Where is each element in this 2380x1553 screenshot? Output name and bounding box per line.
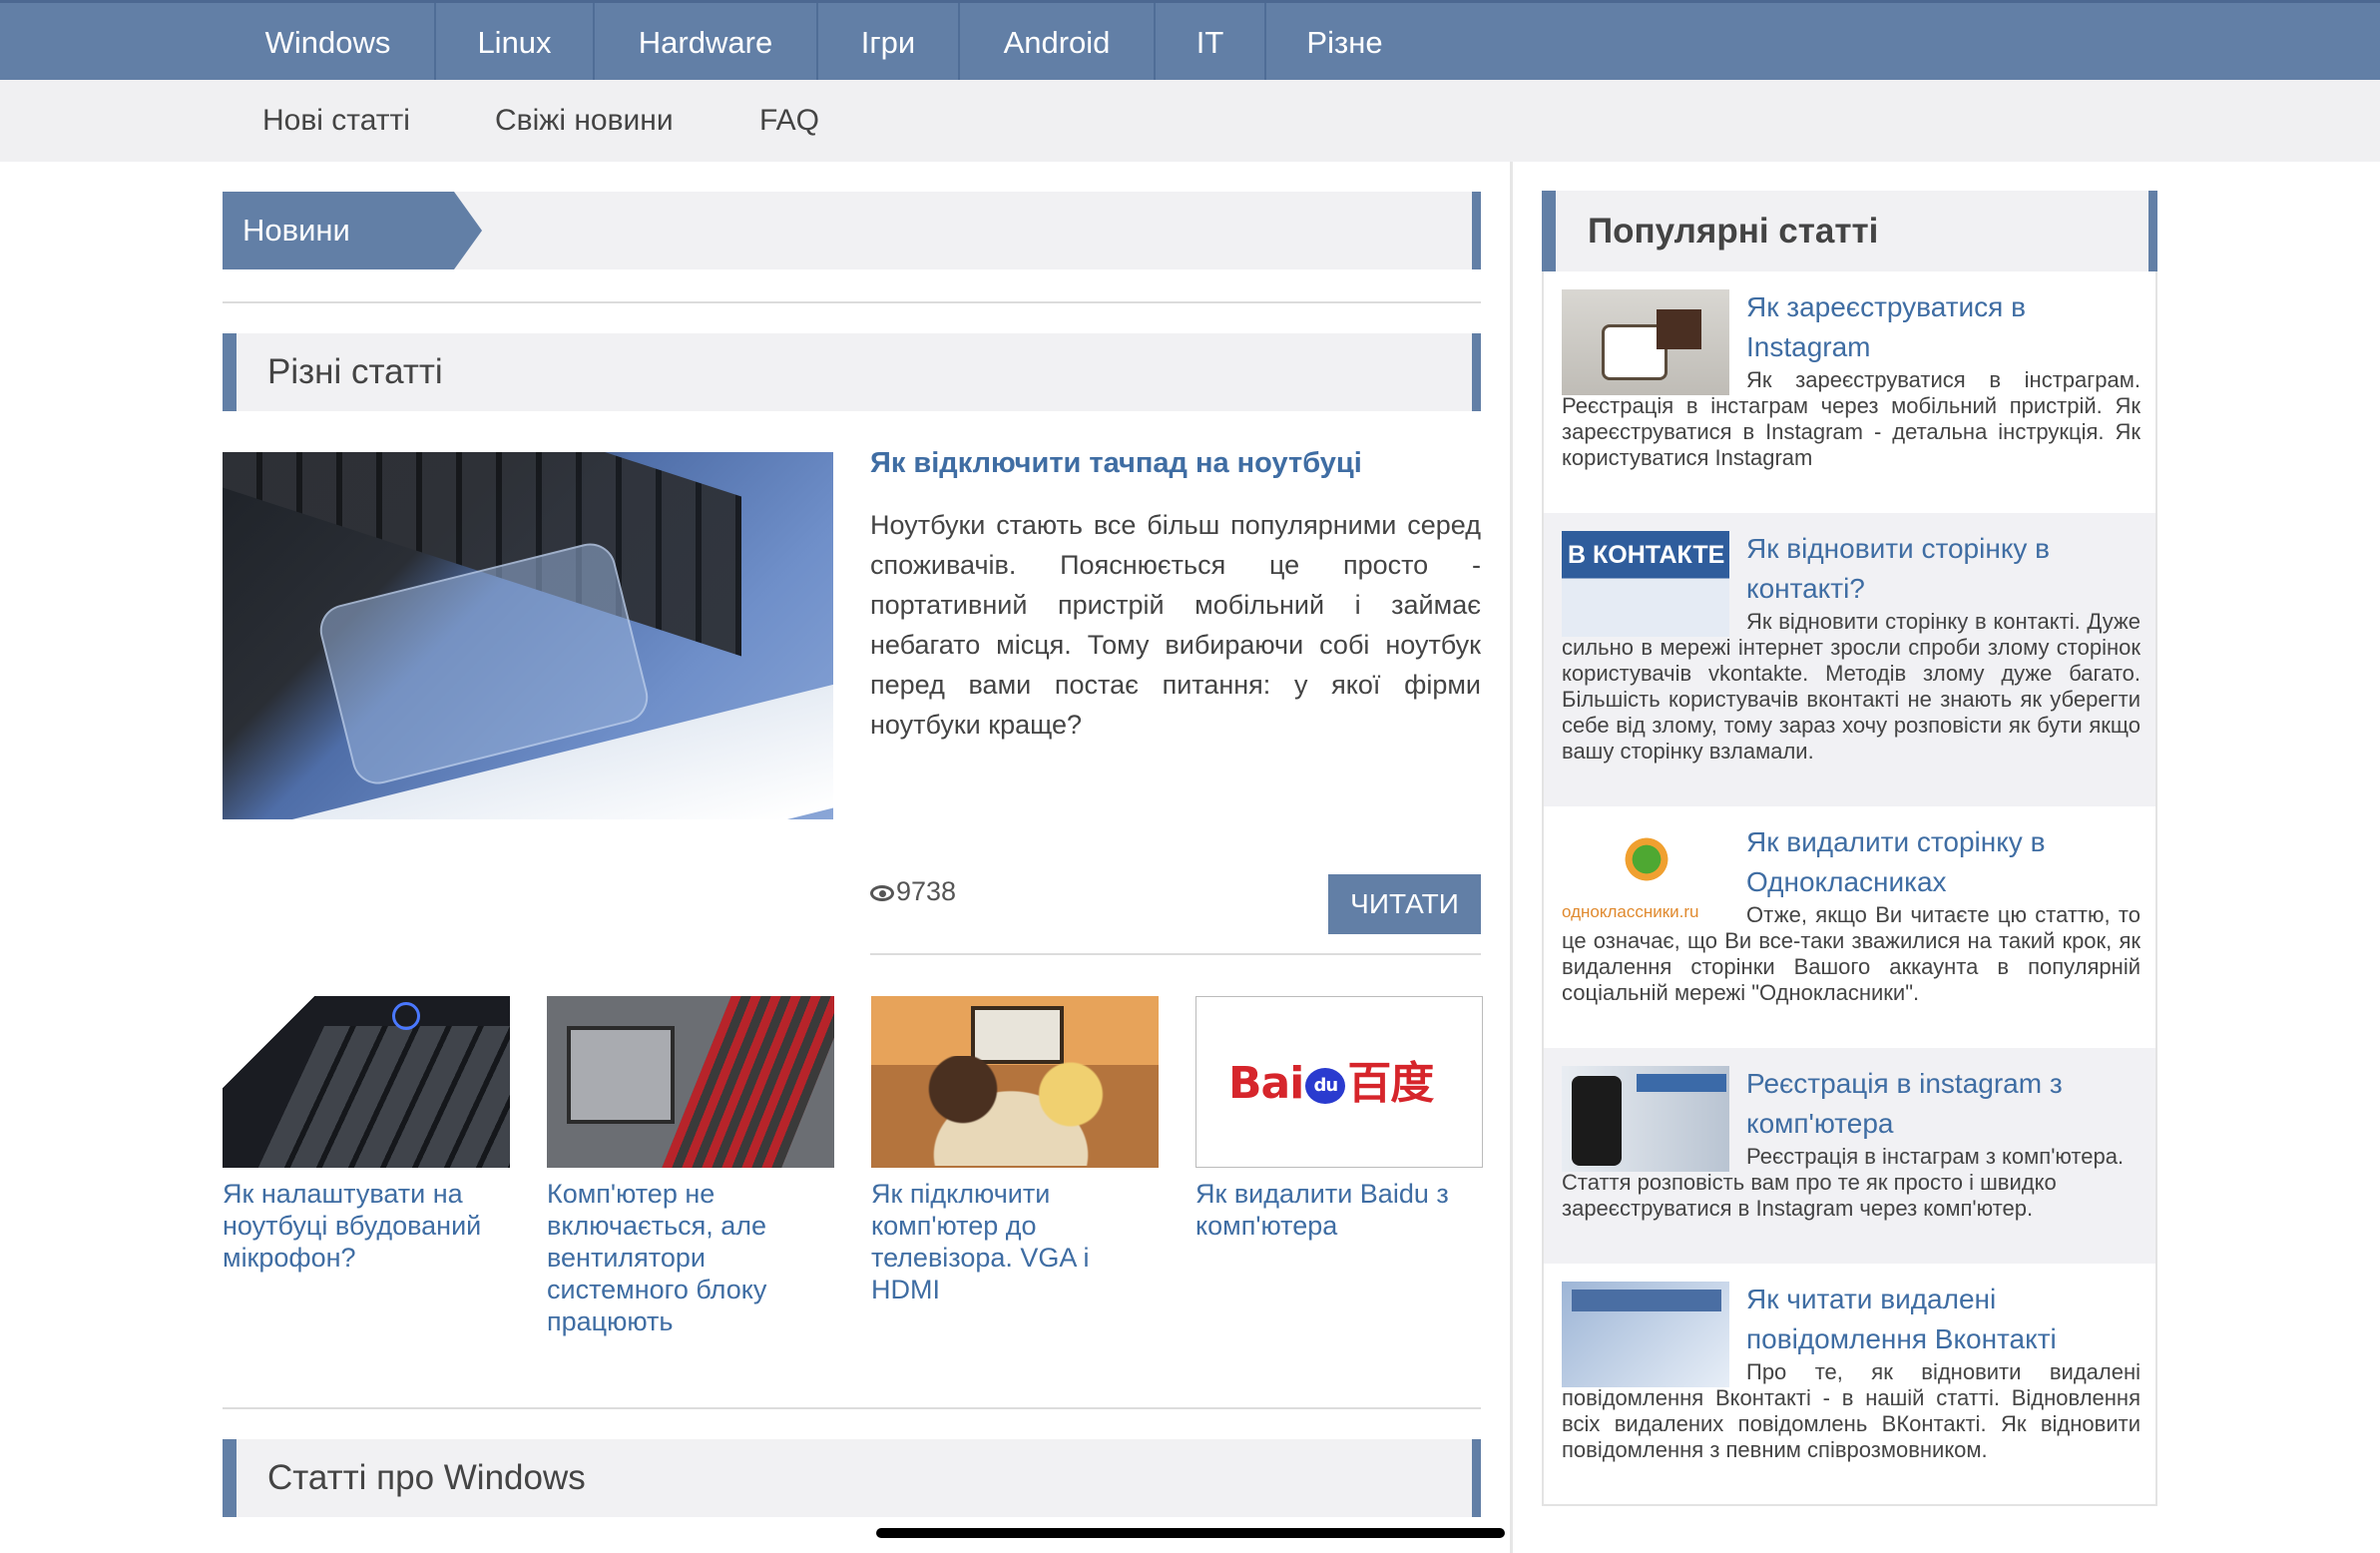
popular-item-title[interactable]: Як зареєструватися в Instagram xyxy=(1746,287,2145,367)
popular-item: Як читати видалені повідомлення Вконтакт… xyxy=(1544,1264,2155,1503)
divider xyxy=(223,1407,1481,1409)
popular-item-title[interactable]: Як читати видалені повідомлення Вконтакт… xyxy=(1746,1280,2145,1359)
nav-linux[interactable]: Linux xyxy=(436,3,595,80)
misc-articles-header: Різні статті xyxy=(223,333,1481,411)
popular-articles-header: Популярні статті xyxy=(1542,191,2157,271)
popular-item-excerpt: Як зареєструватися в інстраграм. Реєстра… xyxy=(1562,367,2141,470)
baidu-logo: Bai du 百度 xyxy=(1228,1047,1434,1111)
divider xyxy=(223,301,1481,303)
sub-navigation: Нові статті Свіжі новини FAQ xyxy=(0,80,2380,162)
popular-item-excerpt: Отже, якщо Ви читаєте цю статтю, то це о… xyxy=(1562,902,2141,1005)
baidu-logo-cn: 百度 xyxy=(1347,1058,1434,1109)
thumb-tv-family[interactable] xyxy=(871,996,1159,1168)
divider xyxy=(870,953,1481,955)
popular-articles-title: Популярні статті xyxy=(1588,212,1879,251)
popular-item: Реєстрація в instagram з комп'ютера Реєс… xyxy=(1544,1048,2155,1264)
baidu-logo-text: Bai xyxy=(1228,1058,1304,1109)
featured-image[interactable] xyxy=(223,452,833,819)
popular-item-excerpt: Про те, як відновити видалені повідомлен… xyxy=(1562,1359,2141,1462)
featured-excerpt: Ноутбуки стають все більш популярними се… xyxy=(870,510,1481,740)
news-ribbon[interactable]: Новини xyxy=(223,192,482,269)
nav-android[interactable]: Android xyxy=(960,3,1156,80)
view-count-value: 9738 xyxy=(896,876,957,906)
odnoklassniki-emblem-icon xyxy=(1622,834,1671,884)
nav-it[interactable]: IT xyxy=(1156,3,1266,80)
thumb-caption[interactable]: Як налаштувати на ноутбуці вбудований мі… xyxy=(223,1178,510,1274)
subnav-new-articles[interactable]: Нові статті xyxy=(262,80,410,162)
home-indicator[interactable] xyxy=(876,1528,1505,1538)
windows-articles-header: Статті про Windows xyxy=(223,1439,1481,1517)
subnav-faq[interactable]: FAQ xyxy=(759,80,819,162)
read-button[interactable]: ЧИТАТИ xyxy=(1328,874,1481,934)
popular-item: одноклассники.ru Як видалити сторінку в … xyxy=(1544,806,2155,1048)
popular-item-excerpt: Як відновити сторінку в контакті. Дуже с… xyxy=(1562,609,2141,764)
misc-articles-title: Різні статті xyxy=(267,352,443,391)
eye-icon xyxy=(870,884,894,901)
thumb-caption[interactable]: Як підключити комп'ютер до телевізора. V… xyxy=(871,1178,1159,1305)
paw-icon: du xyxy=(1305,1068,1346,1104)
news-section-header: Новини xyxy=(223,192,1481,269)
featured-title[interactable]: Як відключити тачпад на ноутбуці xyxy=(870,447,1481,480)
popular-item-title[interactable]: Як видалити сторінку в Однокласниках xyxy=(1746,822,2145,902)
vkontakte-logo: В КОНТАКТЕ xyxy=(1568,541,1725,569)
popular-item: В КОНТАКТЕ Як відновити сторінку в конта… xyxy=(1544,513,2155,806)
popular-item: Як зареєструватися в Instagram Як зареєс… xyxy=(1544,271,2155,513)
popular-item-title[interactable]: Реєстрація в instagram з комп'ютера xyxy=(1746,1064,2145,1144)
windows-articles-title: Статті про Windows xyxy=(267,1458,586,1497)
nav-hardware[interactable]: Hardware xyxy=(595,3,818,80)
view-count: 9738 xyxy=(870,876,956,907)
nav-misc[interactable]: Різне xyxy=(1266,3,1423,80)
popular-item-excerpt: Реєстрація в інстаграм з комп'ютера. Ста… xyxy=(1562,1144,2125,1221)
thumb-motherboard[interactable] xyxy=(547,996,834,1168)
thumb-caption[interactable]: Як видалити Baidu з комп'ютера xyxy=(1195,1178,1483,1242)
thumb-microphone-laptop[interactable] xyxy=(223,996,510,1168)
news-title: Новини xyxy=(242,213,350,248)
thumb-baidu[interactable]: Bai du 百度 xyxy=(1195,996,1483,1168)
nav-windows[interactable]: Windows xyxy=(222,3,436,80)
top-navigation: Windows Linux Hardware Ігри Android IT Р… xyxy=(0,0,2380,80)
column-divider xyxy=(1510,162,1513,1553)
nav-games[interactable]: Ігри xyxy=(818,3,960,80)
popular-item-title[interactable]: Як відновити сторінку в контакті? xyxy=(1746,529,2145,609)
thumb-caption[interactable]: Комп'ютер не включається, але вентилятор… xyxy=(547,1178,834,1337)
subnav-fresh-news[interactable]: Свіжі новини xyxy=(495,80,674,162)
